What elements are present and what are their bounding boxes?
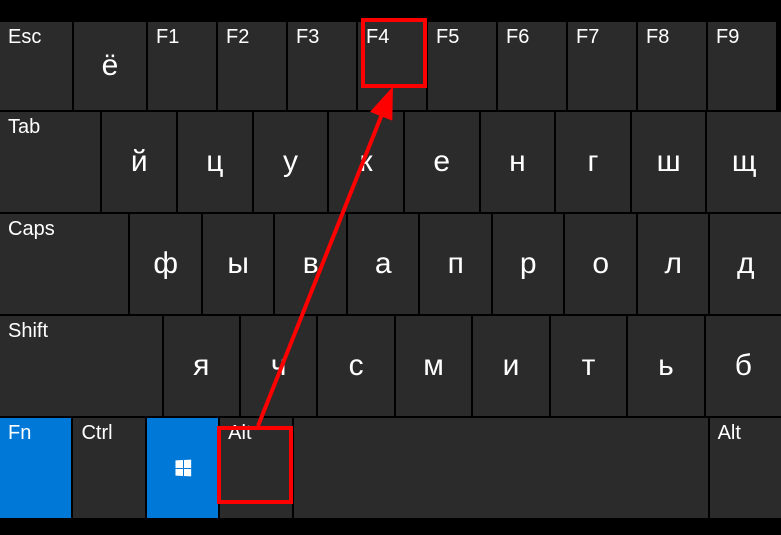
key-letter[interactable]: ф [130, 214, 201, 314]
key-letter[interactable]: б [706, 316, 781, 416]
key-f4[interactable]: F4 [358, 22, 426, 110]
key-letter[interactable]: о [565, 214, 636, 314]
key-f2[interactable]: F2 [218, 22, 286, 110]
key-letter[interactable]: в [275, 214, 346, 314]
key-letter[interactable]: л [638, 214, 709, 314]
key-fn[interactable]: Fn [0, 418, 71, 518]
key-f1[interactable]: F1 [148, 22, 216, 110]
key-letter[interactable]: д [710, 214, 781, 314]
key-alt-right[interactable]: Alt [710, 418, 781, 518]
keyboard-row-3: Caps ф ы в а п р о л д [0, 214, 781, 314]
key-letter[interactable]: я [164, 316, 239, 416]
key-f6[interactable]: F6 [498, 22, 566, 110]
on-screen-keyboard: Esc ё F1 F2 F3 F4 F5 F6 F7 F8 F9 Tab й ц… [0, 0, 781, 535]
key-ctrl[interactable]: Ctrl [73, 418, 144, 518]
key-letter[interactable]: т [551, 316, 626, 416]
key-letter[interactable]: к [329, 112, 403, 212]
key-letter[interactable]: ц [178, 112, 252, 212]
key-letter[interactable]: у [254, 112, 328, 212]
keyboard-row-function: Esc ё F1 F2 F3 F4 F5 F6 F7 F8 F9 [0, 22, 781, 110]
key-esc[interactable]: Esc [0, 22, 72, 110]
key-letter[interactable]: а [348, 214, 419, 314]
key-letter[interactable]: с [318, 316, 393, 416]
key-shift[interactable]: Shift [0, 316, 162, 416]
keyboard-row-2: Tab й ц у к е н г ш щ [0, 112, 781, 212]
key-windows[interactable] [147, 418, 218, 518]
key-f7[interactable]: F7 [568, 22, 636, 110]
key-letter[interactable]: ш [632, 112, 706, 212]
key-letter[interactable]: ь [628, 316, 703, 416]
key-letter[interactable]: м [396, 316, 471, 416]
key-letter[interactable]: е [405, 112, 479, 212]
key-letter[interactable]: г [556, 112, 630, 212]
key-f5[interactable]: F5 [428, 22, 496, 110]
keyboard-row-5: Fn Ctrl Alt Alt [0, 418, 781, 518]
key-space[interactable] [294, 418, 708, 518]
windows-icon [175, 460, 191, 477]
key-letter[interactable]: р [493, 214, 564, 314]
key-letter[interactable]: п [420, 214, 491, 314]
key-yo[interactable]: ё [74, 22, 146, 110]
key-alt-left[interactable]: Alt [220, 418, 291, 518]
key-letter[interactable]: и [473, 316, 548, 416]
key-tab[interactable]: Tab [0, 112, 100, 212]
key-f9[interactable]: F9 [708, 22, 776, 110]
key-letter[interactable]: н [481, 112, 555, 212]
key-caps[interactable]: Caps [0, 214, 128, 314]
key-f3[interactable]: F3 [288, 22, 356, 110]
key-letter[interactable]: щ [707, 112, 781, 212]
key-letter[interactable]: ы [203, 214, 274, 314]
keyboard-row-4: Shift я ч с м и т ь б [0, 316, 781, 416]
key-letter[interactable]: й [102, 112, 176, 212]
key-f8[interactable]: F8 [638, 22, 706, 110]
key-letter[interactable]: ч [241, 316, 316, 416]
